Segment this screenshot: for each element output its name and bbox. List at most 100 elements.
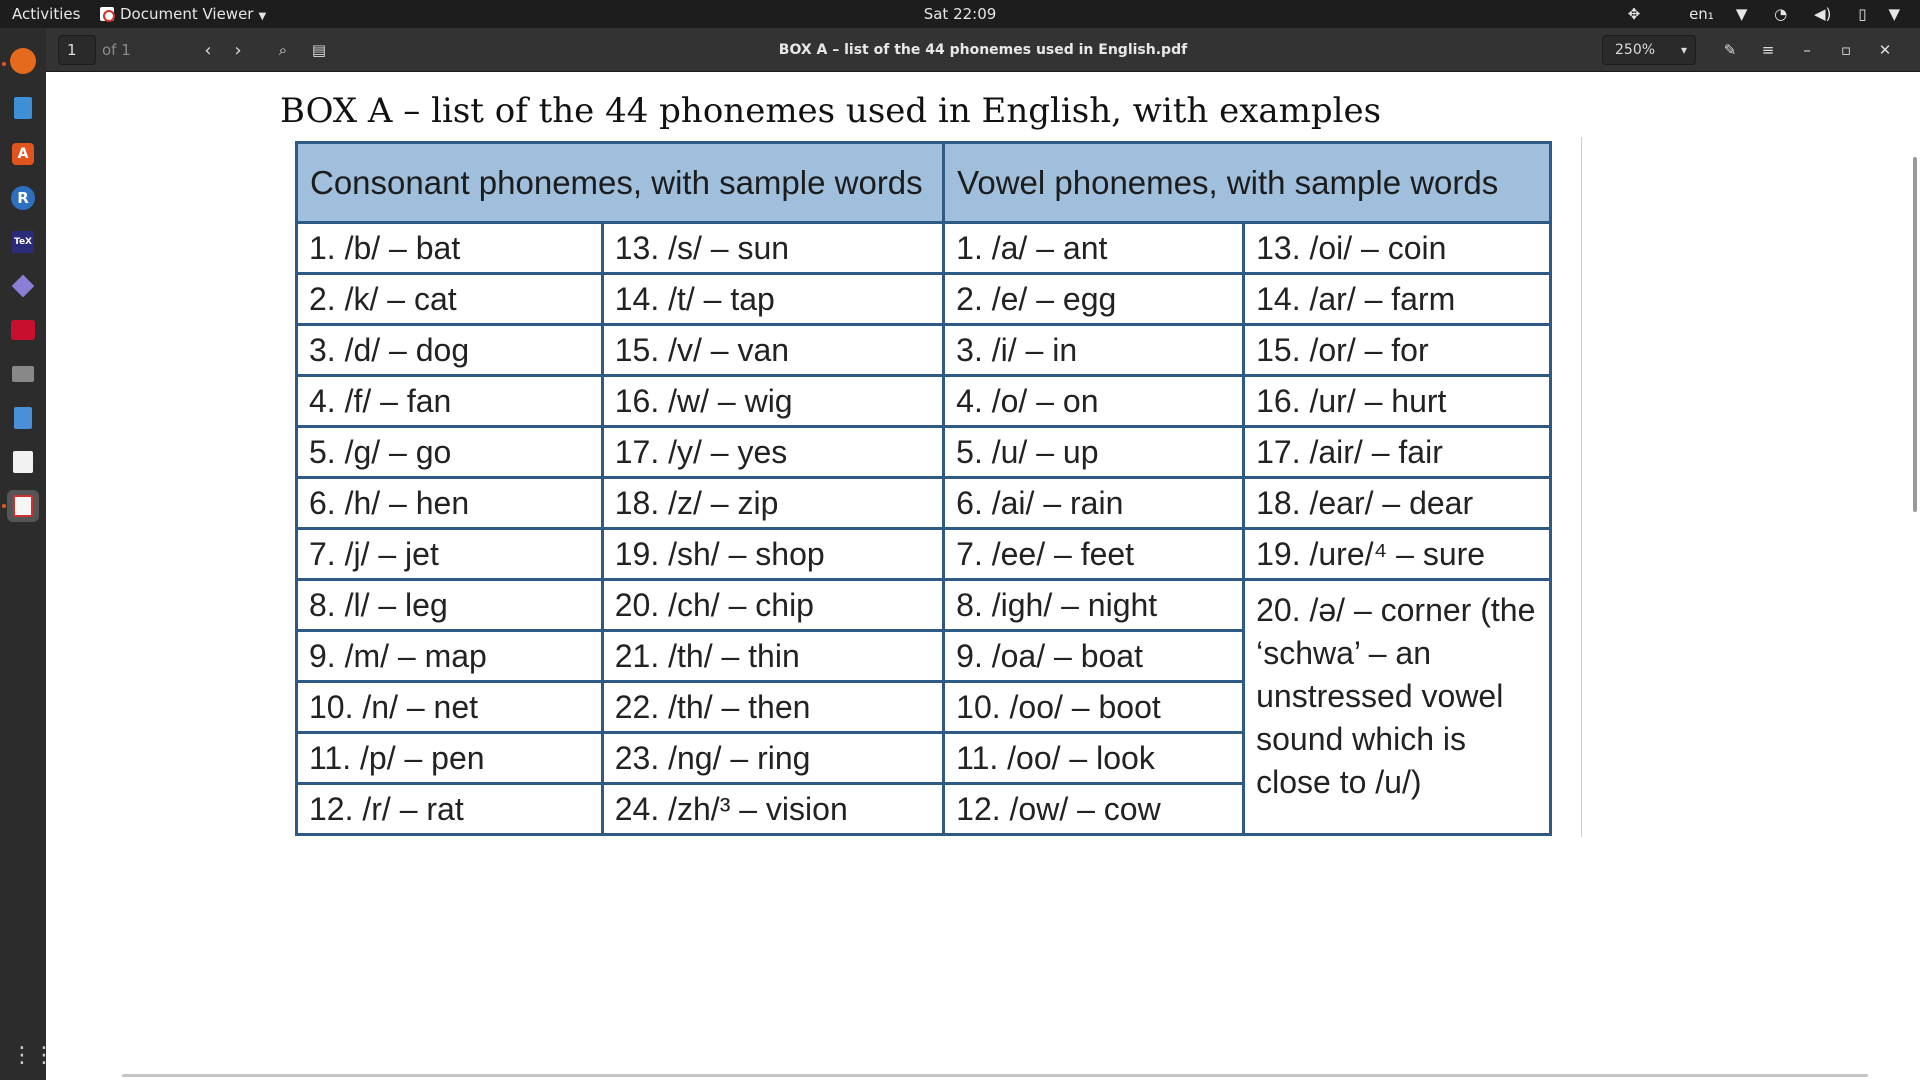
system-top-bar: Activities Document Viewer ▼ Sat 22:09 ✥ … <box>0 0 1920 28</box>
running-indicator <box>2 504 6 508</box>
chevron-right-icon: › <box>234 39 242 61</box>
dropbox-icon[interactable]: ✥ <box>1628 5 1641 23</box>
table-row: 3. /d/ – dog 15. /v/ – van 3. /i/ – in 15. … <box>295 323 1552 377</box>
table-cell: 10. /n/ – net <box>295 680 604 734</box>
chevron-down-icon: ▾ <box>1680 43 1687 57</box>
table-row: 1. /b/ – bat 13. /s/ – sun 1. /a/ – ant 13.… <box>295 221 1552 275</box>
language-indicator[interactable]: en₁ ▼ <box>1667 5 1747 23</box>
vertical-scrollbar[interactable] <box>1913 157 1917 512</box>
document-viewer-icon[interactable] <box>7 490 39 522</box>
schwa-cell: 20. /ə/ – corner (the ‘schwa’ – an unstr… <box>1242 578 1552 836</box>
table-cell: 4. /o/ – on <box>942 374 1246 428</box>
table-cell: 24. /zh/³ – vision <box>600 782 946 836</box>
chevron-down-icon: ▼ <box>1735 5 1748 23</box>
text-editor-icon[interactable] <box>7 446 39 478</box>
table-cell: 21. /th/ – thin <box>600 629 946 683</box>
next-page-button[interactable]: › <box>224 35 252 65</box>
table-cell: 9. /oa/ – boat <box>942 629 1246 683</box>
table-cell: 4. /f/ – fan <box>295 374 604 428</box>
table-cell: 16. /ur/ – hurt <box>1242 374 1552 428</box>
zoom-value: 250% <box>1615 42 1656 58</box>
table-cell: 20. /ch/ – chip <box>600 578 946 632</box>
vowel-header: Vowel phonemes, with sample words <box>942 141 1552 224</box>
table-header-row: Consonant phonemes, with sample words Vo… <box>294 141 1552 224</box>
volume-icon[interactable]: ◀) <box>1814 5 1831 23</box>
document-view[interactable]: BOX A – list of the 44 phonemes used in … <box>46 73 1920 1080</box>
r-studio-icon[interactable]: R <box>7 182 39 214</box>
page-count-label: of 1 <box>102 41 131 59</box>
table-cell: 18. /z/ – zip <box>600 476 946 530</box>
table-cell: 18. /ear/ – dear <box>1242 476 1552 530</box>
close-icon: ✕ <box>1878 41 1892 59</box>
table-row: 7. /j/ – jet 19. /sh/ – shop 7. /ee/ – fee… <box>295 527 1552 581</box>
running-indicator <box>2 62 6 66</box>
table-row: 2. /k/ – cat 14. /t/ – tap 2. /e/ – egg 14.… <box>295 272 1552 326</box>
zoom-select[interactable]: 250% ▾ <box>1602 35 1696 65</box>
printer-icon[interactable] <box>7 358 39 390</box>
table-cell: 23. /ng/ – ring <box>600 731 946 785</box>
table-cell: 15. /or/ – for <box>1242 323 1552 377</box>
annotate-button[interactable]: ✎ <box>1715 35 1745 65</box>
app-diamond-icon[interactable] <box>7 270 39 302</box>
table-cell: 12. /ow/ – cow <box>942 782 1246 836</box>
show-applications-icon[interactable]: ⋮⋮⋮ <box>11 1044 77 1068</box>
table-cell: 5. /u/ – up <box>942 425 1246 479</box>
headerbar: BOX A – list of the 44 phonemes used in … <box>46 28 1920 72</box>
texmaker-icon[interactable]: TeX <box>7 226 39 258</box>
table-cell: 9. /m/ – map <box>295 629 604 683</box>
table-cell: 1. /b/ – bat <box>295 221 604 275</box>
page-edge <box>1581 137 1582 837</box>
battery-icon[interactable]: ▯ ▼ <box>1858 5 1900 23</box>
horizontal-scrollbar[interactable] <box>122 1074 1868 1077</box>
table-cell: 14. /ar/ – farm <box>1242 272 1552 326</box>
table-cell: 2. /e/ – egg <box>942 272 1246 326</box>
table-cell: 17. /air/ – fair <box>1242 425 1552 479</box>
files-icon[interactable] <box>7 92 39 124</box>
table-cell: 7. /j/ – jet <box>295 527 604 581</box>
table-row: 8. /l/ – leg 20. /ch/ – chip 8. /igh/ – ni… <box>295 578 1552 836</box>
firefox-icon[interactable] <box>10 48 36 74</box>
table-cell: 8. /igh/ – night <box>942 578 1246 632</box>
document-heading: BOX A – list of the 44 phonemes used in … <box>280 91 1382 131</box>
table-cell: 14. /t/ – tap <box>600 272 946 326</box>
page-number-input[interactable]: 1 <box>58 35 96 65</box>
table-cell: 15. /v/ – van <box>600 323 946 377</box>
table-cell: 12. /r/ – rat <box>295 782 604 836</box>
table-cell: 1. /a/ – ant <box>942 221 1246 275</box>
system-tray[interactable]: ✥ en₁ ▼ ◔ ◀) ▯ ▼ <box>1606 0 1900 28</box>
table-row: 4. /f/ – fan 16. /w/ – wig 4. /o/ – on 16. … <box>295 374 1552 428</box>
table-cell: 11. /p/ – pen <box>295 731 604 785</box>
table-cell: 3. /i/ – in <box>942 323 1246 377</box>
sidebar-toggle-button[interactable]: ▤ <box>304 35 334 65</box>
search-button[interactable]: ⌕ <box>268 35 298 65</box>
table-cell: 10. /oo/ – boot <box>942 680 1246 734</box>
table-row: 5. /g/ – go 17. /y/ – yes 5. /u/ – up 17. /… <box>295 425 1552 479</box>
maximize-icon: ▫ <box>1840 41 1852 59</box>
table-cell: 17. /y/ – yes <box>600 425 946 479</box>
table-cell: 22. /th/ – then <box>600 680 946 734</box>
close-button[interactable]: ✕ <box>1870 35 1900 65</box>
table-cell: 16. /w/ – wig <box>600 374 946 428</box>
dock: A R TeX ⋮⋮⋮ <box>0 28 77 1080</box>
chevron-down-icon: ▼ <box>1888 5 1900 23</box>
minimize-button[interactable]: – <box>1792 35 1822 65</box>
table-cell: 6. /ai/ – rain <box>942 476 1246 530</box>
table-cell: 7. /ee/ – feet <box>942 527 1246 581</box>
table-cell: 11. /oo/ – look <box>942 731 1246 785</box>
maximize-button[interactable]: ▫ <box>1831 35 1861 65</box>
mendeley-icon[interactable] <box>7 314 39 346</box>
annotate-icon: ✎ <box>1723 41 1737 59</box>
wifi-icon[interactable]: ◔ <box>1774 5 1787 23</box>
phoneme-table: Consonant phonemes, with sample words Vo… <box>294 141 1552 836</box>
table-cell: 19. /sh/ – shop <box>600 527 946 581</box>
minimize-icon: – <box>1803 41 1811 59</box>
table-row: 6. /h/ – hen 18. /z/ – zip 6. /ai/ – rain 1… <box>295 476 1552 530</box>
language-label: en₁ <box>1689 5 1714 23</box>
table-cell: 13. /s/ – sun <box>600 221 946 275</box>
search-icon: ⌕ <box>278 41 288 59</box>
document-icon[interactable] <box>7 402 39 434</box>
software-center-icon[interactable]: A <box>7 138 39 170</box>
previous-page-button[interactable]: ‹ <box>194 35 222 65</box>
hamburger-icon: ≡ <box>1761 41 1775 59</box>
menu-button[interactable]: ≡ <box>1753 35 1783 65</box>
